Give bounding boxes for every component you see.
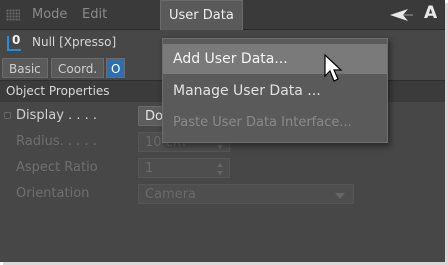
- orientation-dropdown: Camera: [138, 184, 354, 204]
- menu-edit[interactable]: Edit: [74, 0, 115, 30]
- aspect-ratio-field: 1: [138, 158, 230, 178]
- tab-basic[interactable]: Basic: [2, 58, 48, 78]
- chevron-down-icon: [335, 193, 345, 199]
- aspect-ratio-label: Aspect Ratio: [16, 160, 98, 175]
- section-title: Object Properties: [6, 84, 110, 98]
- null-icon-number: 0: [12, 33, 21, 47]
- menu-manage-user-data[interactable]: Manage User Data ...: [163, 76, 387, 106]
- menu-add-user-data[interactable]: Add User Data...: [163, 44, 387, 74]
- back-arrow-icon[interactable]: [388, 6, 414, 24]
- orientation-value: Camera: [145, 187, 197, 202]
- menu-paste-user-data-interface: Paste User Data Interface...: [173, 115, 352, 130]
- attribute-manager-panel: Mode Edit User Data A 0 Null [Xpresso] B…: [0, 0, 445, 262]
- animation-bullet-icon[interactable]: [4, 112, 11, 119]
- drag-grip-icon[interactable]: [6, 9, 20, 21]
- tab-object[interactable]: O: [106, 58, 126, 78]
- property-orientation: Orientation Camera: [0, 181, 445, 207]
- aspect-ratio-value: 1: [145, 161, 154, 176]
- radius-label: Radius. . . . .: [16, 134, 97, 149]
- menu-mode[interactable]: Mode: [24, 0, 75, 30]
- property-aspect-ratio: Aspect Ratio 1: [0, 155, 445, 181]
- tab-coord[interactable]: Coord.: [51, 58, 105, 78]
- display-label: Display . . . .: [16, 108, 97, 123]
- object-name: Null [Xpresso]: [32, 35, 117, 49]
- null-object-icon: 0: [6, 33, 24, 52]
- spinner-icon: [217, 163, 223, 175]
- orientation-label: Orientation: [16, 186, 90, 201]
- app-logo-icon: A: [424, 3, 438, 23]
- user-data-menu: Add User Data... Manage User Data ... Pa…: [162, 38, 388, 143]
- mouse-cursor-icon: [324, 54, 343, 82]
- menubar: Mode Edit User Data A: [0, 0, 445, 30]
- menu-user-data[interactable]: User Data: [160, 0, 243, 30]
